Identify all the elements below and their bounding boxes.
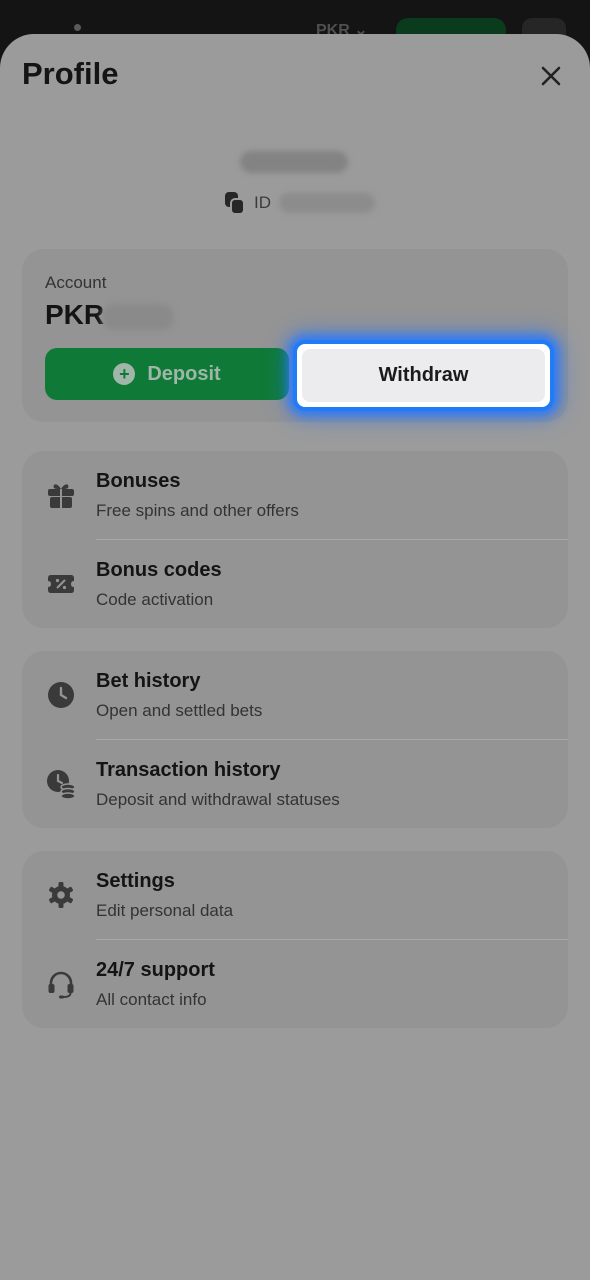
menu-group-bonuses: Bonuses Free spins and other offers Bonu…: [22, 451, 568, 628]
menu-subtitle: Edit personal data: [96, 901, 234, 920]
clock-icon: [45, 679, 77, 711]
menu-title: Settings: [96, 870, 175, 892]
menu-title: Bonus codes: [96, 559, 222, 581]
menu-group-history: Bet history Open and settled bets Transa…: [22, 651, 568, 828]
clock-coins-icon: [45, 768, 77, 800]
menu-title: Bonuses: [96, 470, 181, 492]
menu-subtitle: Free spins and other offers: [96, 501, 299, 520]
account-currency: PKR: [45, 299, 105, 330]
menu-subtitle: Open and settled bets: [96, 701, 263, 720]
withdraw-highlight: Withdraw: [293, 340, 554, 411]
deposit-label: Deposit: [147, 362, 221, 385]
gear-icon: [45, 879, 77, 911]
account-label: Account: [45, 273, 107, 292]
headset-icon: [45, 968, 77, 1000]
withdraw-label: Withdraw: [378, 364, 469, 386]
menu-subtitle: All contact info: [96, 990, 207, 1009]
username-redacted: [240, 151, 348, 173]
gift-icon: [45, 479, 77, 511]
user-id-redacted: [279, 193, 375, 213]
menu-title: 24/7 support: [96, 959, 215, 981]
menu-item-transaction-history[interactable]: Transaction history Deposit and withdraw…: [22, 740, 568, 828]
menu-dot: [74, 24, 81, 31]
page-title: Profile: [22, 56, 119, 91]
withdraw-button[interactable]: Withdraw: [302, 349, 545, 402]
plus-icon: +: [113, 363, 136, 385]
menu-item-support[interactable]: 24/7 support All contact info: [22, 940, 568, 1028]
menu-subtitle: Deposit and withdrawal statuses: [96, 790, 340, 809]
menu-item-settings[interactable]: Settings Edit personal data: [22, 851, 568, 940]
id-label: ID: [254, 193, 271, 212]
deposit-button[interactable]: + Deposit: [45, 348, 289, 400]
profile-sheet: Profile ID Account PKR + Deposit Bonuses…: [0, 34, 590, 1280]
menu-item-bonuses[interactable]: Bonuses Free spins and other offers: [22, 451, 568, 540]
menu-title: Transaction history: [96, 759, 281, 781]
close-button[interactable]: [535, 60, 567, 92]
balance-redacted: [102, 304, 174, 330]
menu-title: Bet history: [96, 670, 201, 692]
copy-icon[interactable]: [224, 191, 246, 215]
menu-subtitle: Code activation: [96, 590, 214, 609]
close-icon: [541, 66, 561, 86]
menu-group-settings: Settings Edit personal data 24/7 support…: [22, 851, 568, 1028]
menu-item-bet-history[interactable]: Bet history Open and settled bets: [22, 651, 568, 740]
user-id-row: ID: [224, 190, 375, 216]
ticket-icon: [45, 568, 77, 600]
menu-item-bonus-codes[interactable]: Bonus codes Code activation: [22, 540, 568, 628]
